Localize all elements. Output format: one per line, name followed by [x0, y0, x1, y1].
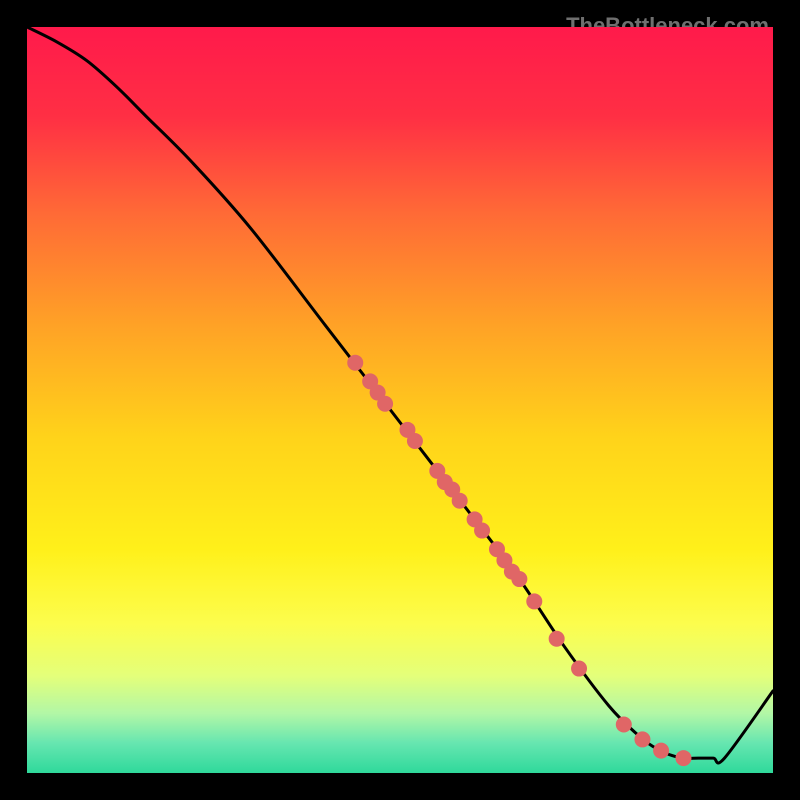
data-point	[474, 523, 490, 539]
gradient-background	[27, 27, 773, 773]
data-point	[452, 493, 468, 509]
data-point	[377, 396, 393, 412]
chart-canvas	[27, 27, 773, 773]
data-point	[549, 631, 565, 647]
data-point	[526, 593, 542, 609]
data-point	[616, 717, 632, 733]
chart-frame: TheBottleneck.com	[15, 15, 785, 785]
data-point	[407, 433, 423, 449]
plot-area	[27, 27, 773, 773]
data-point	[511, 571, 527, 587]
data-point	[634, 731, 650, 747]
data-point	[675, 750, 691, 766]
data-point	[571, 661, 587, 677]
data-point	[347, 355, 363, 371]
data-point	[653, 743, 669, 759]
